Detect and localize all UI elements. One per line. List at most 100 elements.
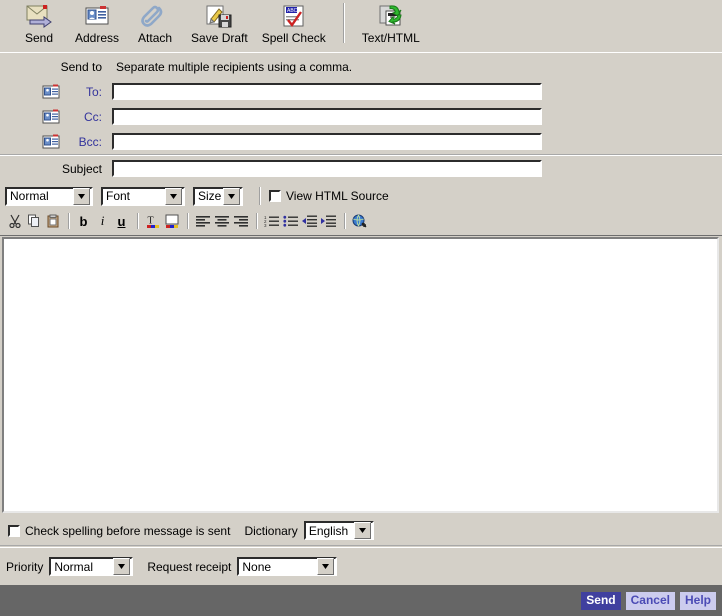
- italic-icon[interactable]: i: [94, 213, 111, 230]
- indent-icon[interactable]: [320, 213, 337, 230]
- toolbar-spell-check-button[interactable]: ABC Spell Check: [255, 0, 333, 45]
- view-html-source-label: View HTML Source: [286, 189, 389, 203]
- spell-check-options-row: Check spelling before message is sent Di…: [0, 516, 722, 546]
- paragraph-style-value: Normal: [10, 189, 49, 203]
- bcc-label[interactable]: Bcc:: [79, 135, 102, 149]
- background-color-icon[interactable]: [163, 213, 180, 230]
- cc-input[interactable]: [112, 108, 542, 125]
- chevron-down-icon: [223, 187, 240, 205]
- save-draft-icon: [204, 2, 234, 32]
- footer-send-button[interactable]: Send: [581, 591, 621, 610]
- bcc-label-cell: Bcc:: [0, 129, 108, 154]
- toolbar-attach-button[interactable]: Attach: [126, 0, 184, 45]
- to-row: To:: [0, 79, 722, 104]
- paste-icon[interactable]: [44, 213, 61, 230]
- to-input[interactable]: [112, 83, 542, 100]
- paragraph-style-select[interactable]: Normal: [5, 186, 93, 206]
- bcc-field-cell: [108, 133, 722, 150]
- outdent-icon[interactable]: [301, 213, 318, 230]
- toolbar-address-button[interactable]: Address: [68, 0, 126, 45]
- ordered-list-icon[interactable]: 1 2 3: [263, 213, 280, 230]
- request-receipt-label: Request receipt: [147, 559, 232, 574]
- message-body-editor[interactable]: [2, 237, 719, 513]
- subject-input[interactable]: [112, 160, 542, 177]
- dictionary-label: Dictionary: [244, 523, 298, 538]
- priority-select[interactable]: Normal: [49, 557, 134, 576]
- unordered-list-icon[interactable]: [282, 213, 299, 230]
- cc-field-cell: [108, 108, 722, 125]
- bcc-input[interactable]: [112, 133, 542, 150]
- footer-cancel-button[interactable]: Cancel: [625, 591, 675, 610]
- align-left-icon[interactable]: [194, 213, 211, 230]
- address-card-icon[interactable]: [0, 84, 60, 99]
- chevron-down-icon: [317, 558, 335, 575]
- tool-separator: [137, 213, 139, 229]
- address-card-icon[interactable]: [0, 134, 60, 149]
- check-spelling-label: Check spelling before message is sent: [25, 523, 231, 538]
- priority-value: Normal: [54, 559, 94, 574]
- tool-separator: [187, 213, 189, 229]
- toolbar-text-html-label: Text/HTML: [361, 31, 420, 45]
- text-html-swap-icon: T: [376, 2, 406, 32]
- subject-row: Subject: [0, 156, 722, 181]
- svg-text:3: 3: [264, 223, 267, 227]
- bcc-row: Bcc:: [0, 129, 722, 154]
- recipients-section: Send to Separate multiple recipients usi…: [0, 54, 722, 181]
- tool-separator: [256, 213, 258, 229]
- toolbar-send-button[interactable]: Send: [10, 0, 68, 45]
- footer-help-button[interactable]: Help: [679, 591, 716, 610]
- bold-icon[interactable]: b: [75, 213, 92, 230]
- paperclip-icon: [140, 2, 170, 32]
- cc-label-cell: Cc:: [0, 104, 108, 129]
- align-right-icon[interactable]: [232, 213, 249, 230]
- priority-label: Priority: [6, 559, 44, 574]
- main-toolbar: Send Address Attach Save Draft ABC Spell…: [0, 0, 722, 53]
- font-family-value: Font: [106, 189, 131, 203]
- spell-check-icon: ABC: [279, 2, 309, 32]
- subject-label: Subject: [61, 161, 102, 176]
- dictionary-value: English: [308, 523, 349, 538]
- toolbar-save-draft-label: Save Draft: [191, 31, 248, 45]
- message-options-row: Priority Normal Request receipt None: [0, 547, 722, 585]
- to-label-cell: To:: [0, 79, 108, 104]
- send-envelope-icon: [24, 2, 54, 32]
- chevron-down-icon: [353, 522, 371, 539]
- cc-label[interactable]: Cc:: [84, 110, 102, 124]
- chevron-down-icon: [165, 187, 182, 205]
- request-receipt-select[interactable]: None: [237, 557, 338, 576]
- to-field-cell: [108, 83, 722, 100]
- chevron-down-icon: [113, 558, 131, 575]
- toolbar-address-label: Address: [75, 31, 120, 45]
- footer-bar: Send Cancel Help: [0, 585, 722, 616]
- request-receipt-value: None: [242, 559, 272, 574]
- cc-row: Cc:: [0, 104, 722, 129]
- toolbar-save-draft-button[interactable]: Save Draft: [184, 0, 255, 45]
- toolbar-text-html-button[interactable]: T Text/HTML: [355, 0, 427, 45]
- recipients-hint: Separate multiple recipients using a com…: [116, 59, 353, 74]
- to-label[interactable]: To:: [86, 85, 102, 99]
- text-color-icon[interactable]: T: [144, 213, 161, 230]
- cut-icon[interactable]: [6, 213, 23, 230]
- tool-separator: [68, 213, 70, 229]
- subject-field-cell: [108, 160, 722, 177]
- format-separator: [259, 187, 261, 205]
- insert-link-icon[interactable]: [351, 213, 368, 230]
- underline-icon[interactable]: u: [113, 213, 130, 230]
- font-size-select[interactable]: Size: [193, 186, 243, 206]
- address-card-icon[interactable]: [0, 109, 60, 124]
- font-size-value: Size: [198, 189, 222, 203]
- copy-icon[interactable]: [25, 213, 42, 230]
- toolbar-attach-label: Attach: [138, 31, 173, 45]
- send-to-label: Send to: [60, 59, 102, 74]
- font-family-select[interactable]: Font: [101, 186, 185, 206]
- dictionary-select[interactable]: English: [303, 521, 374, 540]
- align-center-icon[interactable]: [213, 213, 230, 230]
- check-spelling-checkbox[interactable]: [8, 524, 20, 537]
- view-html-source-checkbox[interactable]: [269, 190, 281, 202]
- svg-text:T: T: [147, 215, 153, 226]
- format-tool-row: b i u T 1 2 3: [0, 209, 722, 233]
- tool-separator: [344, 213, 346, 229]
- chevron-down-icon: [73, 187, 90, 205]
- subject-label-cell: Subject: [0, 156, 108, 181]
- send-to-label-cell: Send to: [0, 54, 108, 79]
